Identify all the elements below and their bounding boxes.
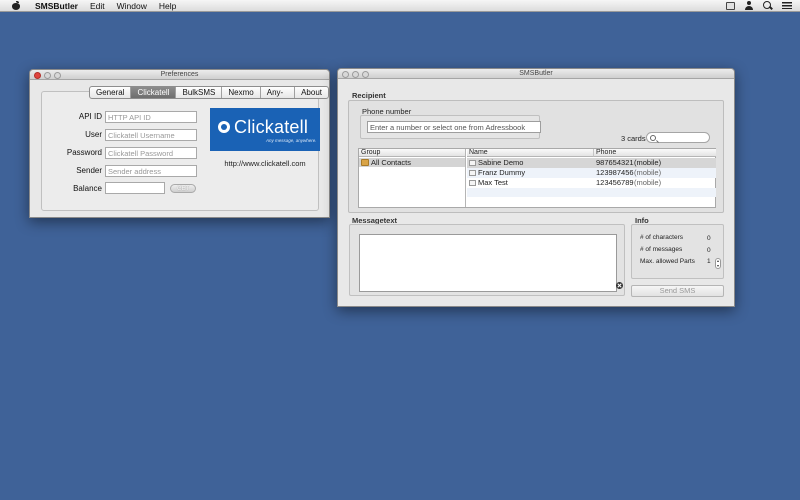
empty-row <box>467 188 716 197</box>
recipient-title: Recipient <box>352 91 386 100</box>
group-row-all-contacts[interactable]: All Contacts <box>359 158 465 167</box>
preferences-window: Preferences General Clickatell BulkSMS N… <box>29 69 330 218</box>
group-name: All Contacts <box>371 158 412 167</box>
menu-help[interactable]: Help <box>159 1 176 11</box>
smsbutler-titlebar[interactable]: SMSButler <box>338 69 734 79</box>
messages-label: # of messages <box>640 246 683 253</box>
password-label: Password <box>66 148 102 157</box>
contact-phone-type: (mobile) <box>634 158 662 167</box>
max-parts-stepper[interactable] <box>715 258 721 269</box>
clickatell-logo-icon <box>218 121 230 133</box>
window-title: Preferences <box>160 71 199 78</box>
clickatell-logo-name: Clickatell <box>234 117 309 137</box>
tab-bulksms[interactable]: BulkSMS <box>176 87 223 98</box>
api-id-input[interactable] <box>105 111 197 123</box>
get-balance-button[interactable]: GET <box>170 184 197 193</box>
api-id-label: API ID <box>78 112 102 121</box>
minimize-window-icon[interactable] <box>352 70 359 78</box>
contact-phone: 123456789 <box>596 178 634 187</box>
preferences-titlebar[interactable]: Preferences <box>30 70 329 80</box>
window-controls <box>342 70 369 78</box>
contact-phone-type: (mobile) <box>634 178 662 187</box>
window-title: SMSButler <box>519 70 553 77</box>
contacts-search-field[interactable] <box>646 132 710 143</box>
preferences-tabs: General Clickatell BulkSMS Nexmo Any-Sms… <box>89 86 329 99</box>
characters-label: # of characters <box>640 234 683 241</box>
clear-message-icon[interactable] <box>616 282 623 289</box>
menubar: SMSButler Edit Window Help <box>0 0 800 12</box>
tab-general[interactable]: General <box>90 87 132 98</box>
contacts-table: Group All Contacts Name Phone Sabine Dem… <box>358 148 716 208</box>
group-list: Group All Contacts <box>359 149 466 207</box>
phone-number-input[interactable] <box>367 121 541 133</box>
tab-about[interactable]: About <box>295 87 328 98</box>
menu-window[interactable]: Window <box>117 1 147 11</box>
characters-value: 0 <box>707 235 711 242</box>
contact-phone: 987654321 <box>596 158 634 167</box>
balance-field <box>105 182 165 194</box>
close-window-icon[interactable] <box>34 71 41 79</box>
cards-count: 3 cards <box>621 134 646 143</box>
balance-label: Balance <box>73 184 102 193</box>
contact-card-icon <box>469 170 476 176</box>
phone-number-group <box>360 115 541 139</box>
clickatell-url[interactable]: http://www.clickatell.com <box>210 159 320 168</box>
user-icon[interactable] <box>744 1 754 11</box>
name-column-header[interactable]: Name <box>467 149 593 157</box>
max-parts-value: 1 <box>707 258 711 265</box>
contact-phone: 123987456 <box>596 168 634 177</box>
sender-input[interactable] <box>105 165 197 177</box>
group-column-header[interactable]: Group <box>359 149 465 157</box>
user-label: User <box>85 130 102 139</box>
status-icons <box>726 1 792 11</box>
contact-card-icon <box>469 180 476 186</box>
tab-any-sms[interactable]: Any-Sms <box>261 87 296 98</box>
addressbook-group-icon <box>361 159 369 166</box>
max-parts-label: Max. allowed Parts <box>640 258 695 265</box>
message-textarea[interactable] <box>359 234 617 292</box>
contact-row[interactable]: Sabine Demo 987654321 (mobile) <box>467 158 716 168</box>
password-input[interactable] <box>105 147 197 159</box>
close-window-icon[interactable] <box>342 70 349 78</box>
contact-phone-type: (mobile) <box>634 168 662 177</box>
contact-name: Sabine Demo <box>478 158 524 167</box>
clickatell-logo: Clickatell Any message, anywhere. <box>210 108 320 151</box>
display-icon[interactable] <box>726 2 735 10</box>
clickatell-panel: API ID User Password Sender Balance GET … <box>41 91 320 211</box>
menu-edit[interactable]: Edit <box>90 1 105 11</box>
contact-card-icon <box>469 160 476 166</box>
tab-clickatell[interactable]: Clickatell <box>131 87 177 98</box>
contact-name: Max Test <box>478 178 508 187</box>
user-input[interactable] <box>105 129 197 141</box>
phone-column-header[interactable]: Phone <box>593 149 716 157</box>
contact-row[interactable]: Max Test 123456789 (mobile) <box>467 178 716 188</box>
menu-app[interactable]: SMSButler <box>35 1 78 11</box>
tab-nexmo[interactable]: Nexmo <box>222 87 261 98</box>
search-icon <box>650 134 656 141</box>
messages-value: 0 <box>707 247 711 254</box>
window-controls <box>34 71 61 79</box>
minimize-window-icon[interactable] <box>44 71 51 79</box>
sender-label: Sender <box>76 166 102 175</box>
zoom-window-icon[interactable] <box>54 71 61 79</box>
contact-name: Franz Dummy <box>478 168 526 177</box>
clickatell-logo-tagline: Any message, anywhere. <box>266 138 317 143</box>
info-box: # of characters 0 # of messages 0 Max. a… <box>631 224 724 279</box>
contact-row[interactable]: Franz Dummy 123987456 (mobile) <box>467 168 716 178</box>
notification-list-icon[interactable] <box>782 1 792 11</box>
smsbutler-window: SMSButler Recipient Phone number 3 cards… <box>337 68 735 307</box>
zoom-window-icon[interactable] <box>362 70 369 78</box>
apple-icon[interactable] <box>11 0 23 11</box>
messagetext-box <box>349 224 625 296</box>
spotlight-search-icon[interactable] <box>763 1 773 11</box>
send-sms-button[interactable]: Send SMS <box>631 285 724 297</box>
